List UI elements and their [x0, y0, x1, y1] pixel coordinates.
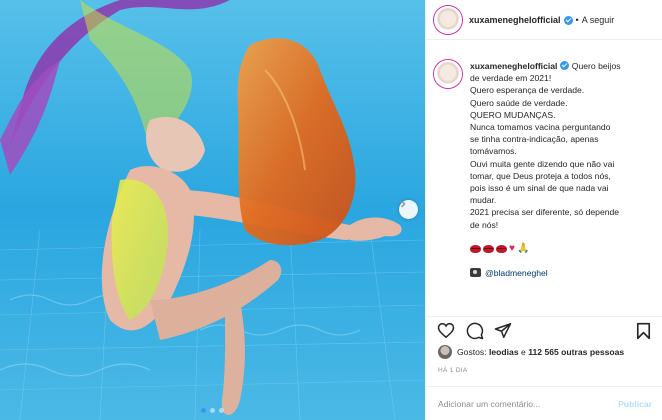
- username-link[interactable]: xuxameneghelofficial: [469, 15, 561, 25]
- comment-bar: Publicar: [425, 386, 662, 420]
- camera-icon: [470, 268, 481, 278]
- caption-line: Quero beijos: [571, 61, 621, 71]
- caption-line: tomávamos.: [470, 146, 517, 157]
- likes-count-link[interactable]: 112 565 outras pessoas: [528, 347, 624, 357]
- emoji-row: ♥ 🙏: [470, 243, 656, 255]
- mention-link[interactable]: @bladmeneghel: [485, 267, 548, 279]
- post-header: xuxameneghelofficial • A seguir: [426, 0, 662, 40]
- carousel-dot: [210, 408, 215, 413]
- likes-text: Gostos: leodias e 112 565 outras pessoas: [457, 347, 624, 357]
- caption-line: Quero esperança de verdade.: [470, 85, 585, 96]
- comment-input[interactable]: [438, 398, 608, 409]
- caption-line: Quero saúde de verdade.: [470, 97, 568, 108]
- lips-icon: [496, 244, 507, 253]
- likes-conjunction: e: [518, 347, 529, 357]
- caption-username-link[interactable]: xuxameneghelofficial: [470, 61, 557, 71]
- caption-line: mudar.: [470, 195, 497, 206]
- photo-credit: @bladmeneghel: [470, 267, 656, 279]
- caption-line: Nunca tomamos vacina perguntando: [470, 122, 611, 133]
- comment-icon[interactable]: [466, 322, 484, 340]
- chevron-right-icon: [401, 200, 406, 208]
- share-icon[interactable]: [494, 322, 512, 339]
- lips-icon: [483, 244, 494, 253]
- verified-badge-icon: [563, 16, 573, 25]
- lips-icon: [470, 244, 481, 253]
- post-photo[interactable]: [0, 0, 425, 420]
- likes-prefix: Gostos:: [457, 347, 489, 357]
- post-timestamp[interactable]: HÁ 1 DIA: [438, 367, 468, 374]
- liker-avatar[interactable]: [438, 345, 452, 359]
- liker-username-link[interactable]: leodias: [489, 347, 519, 357]
- action-bar: [425, 316, 662, 344]
- next-photo-button[interactable]: [399, 200, 418, 219]
- carousel-dot: [201, 408, 206, 413]
- likes-summary: Gostos: leodias e 112 565 outras pessoas: [438, 345, 624, 359]
- post-caption: xuxameneghelofficial Quero beijos de ver…: [434, 60, 656, 279]
- avatar[interactable]: [434, 5, 462, 34]
- underwater-photo-illustration: [0, 0, 425, 420]
- heart-icon: ♥: [509, 242, 515, 254]
- caption-line: QUERO MUDANÇAS.: [470, 109, 556, 120]
- caption-line: de verdade em 2021!: [470, 73, 552, 84]
- follow-button[interactable]: A seguir: [582, 15, 615, 25]
- caption-line: Ouvi muita gente dizendo que não vai: [470, 158, 615, 169]
- caption-line: pois isso é um sinal de que nada vai: [470, 183, 609, 194]
- separator-dot: •: [575, 14, 579, 25]
- caption-line: tomar, que Deus proteja a todos nós,: [470, 170, 611, 181]
- caption-line: se tinha contra-indicação, apenas: [470, 134, 599, 145]
- carousel-dot: [219, 408, 224, 413]
- praying-hands-icon: 🙏: [516, 242, 530, 254]
- verified-badge-icon: [560, 61, 570, 70]
- caption-first-line: xuxameneghelofficial Quero beijos: [470, 60, 656, 72]
- bookmark-icon[interactable]: [636, 322, 651, 340]
- caption-line: 2021 precisa ser diferente, só depende: [470, 207, 620, 218]
- publish-button[interactable]: Publicar: [618, 399, 652, 409]
- carousel-indicator: [0, 408, 425, 413]
- heart-outline-icon[interactable]: [437, 322, 455, 339]
- caption-line: de nós!: [470, 219, 499, 230]
- avatar[interactable]: [434, 60, 462, 88]
